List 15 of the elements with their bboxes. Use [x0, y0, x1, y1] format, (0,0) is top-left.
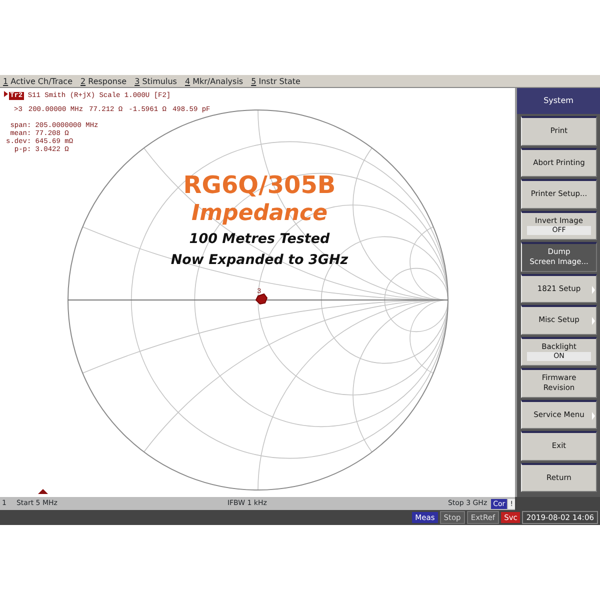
submenu-arrow-icon [592, 412, 595, 420]
menu-item[interactable]: 3 Stimulus [134, 75, 177, 87]
overlay-title: RG6Q/305B [183, 172, 336, 199]
menu-title: System [517, 88, 600, 114]
overlay-subtitle: Impedance [192, 201, 328, 226]
menu-item[interactable]: 1 Active Ch/Trace [3, 75, 72, 87]
overlay-text: Now Expanded to 3GHz [170, 251, 348, 270]
menu-item[interactable]: 2 Response [80, 75, 127, 87]
submenu-arrow-icon [592, 286, 595, 294]
menu-item[interactable]: 4 Mkr/Analysis [184, 75, 244, 87]
stimulus-marker-icon [38, 489, 48, 494]
menu-item[interactable]: 5 Instr State [251, 75, 300, 87]
overlay-text: 100 Metres Tested [189, 230, 330, 249]
submenu-arrow-icon [592, 317, 595, 325]
trace-drawing [255, 293, 268, 305]
